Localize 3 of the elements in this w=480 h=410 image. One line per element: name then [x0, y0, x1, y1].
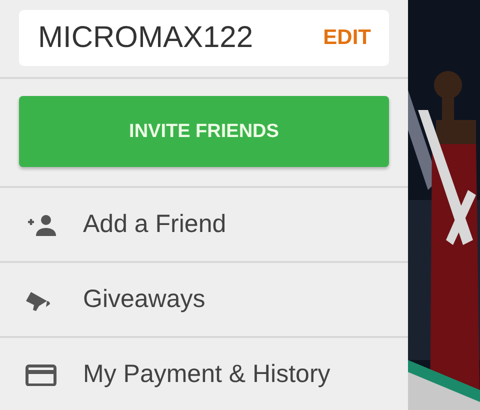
credit-card-icon	[25, 364, 57, 386]
username: MICROMAX122	[38, 21, 254, 55]
add-person-icon	[25, 214, 57, 236]
